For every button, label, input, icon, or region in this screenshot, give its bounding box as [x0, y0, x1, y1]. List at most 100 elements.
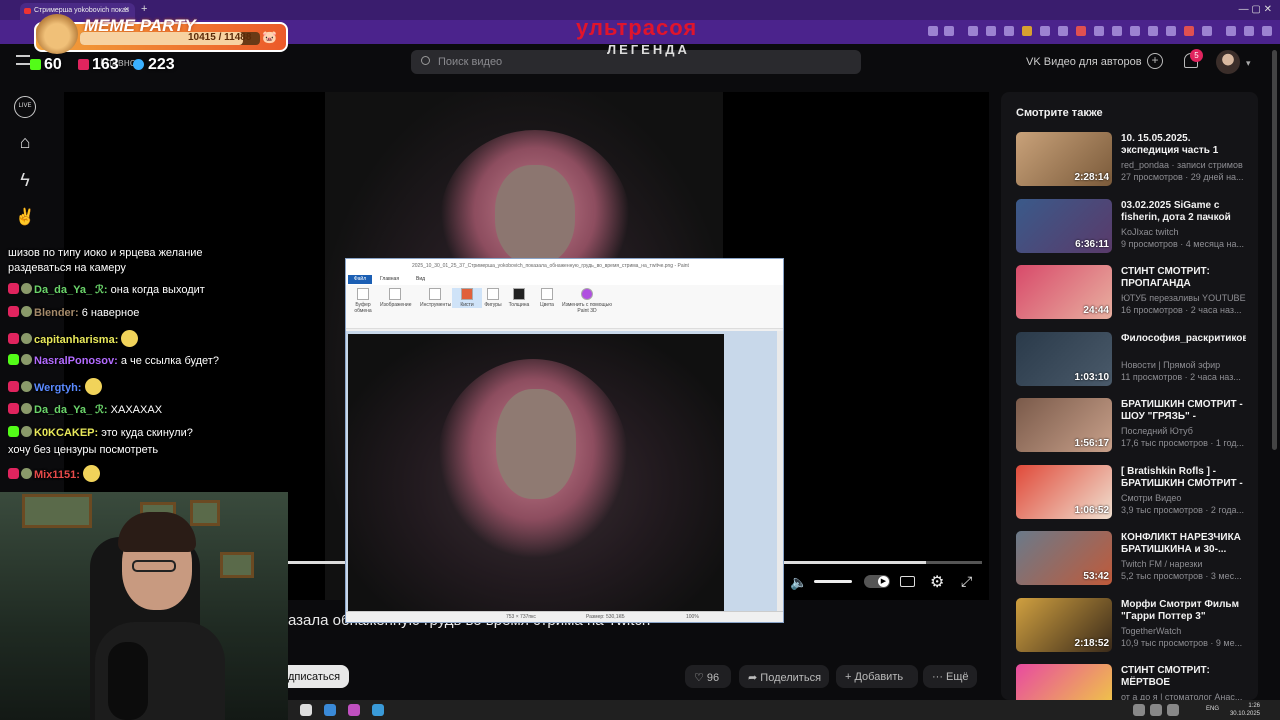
- recommendation-item[interactable]: 2:18:52 Морфи Смотрит Фильм "Гарри Поттер…: [1016, 597, 1246, 654]
- recommendation-channel[interactable]: KoJIxac twitch: [1121, 227, 1246, 237]
- subscribe-button[interactable]: дписаться: [288, 665, 349, 688]
- volume-icon[interactable]: 🔈: [790, 574, 807, 591]
- avatar[interactable]: [1216, 50, 1240, 74]
- page-scrollbar[interactable]: [1272, 50, 1277, 450]
- extension-icon[interactable]: [1130, 26, 1140, 36]
- extension-icon[interactable]: [1076, 26, 1086, 36]
- taskbar-app-icon[interactable]: [372, 704, 384, 716]
- recommendation-channel[interactable]: Последний Ютуб: [1121, 426, 1246, 436]
- video-thumbnail[interactable]: 53:42: [1016, 531, 1112, 585]
- chat-nickname[interactable]: Wergtyh:: [34, 382, 81, 394]
- recommendation-channel[interactable]: Новости | Прямой эфир: [1121, 360, 1246, 370]
- add-button[interactable]: + Добавить: [836, 665, 918, 688]
- recommendation-title[interactable]: СТИНТ СМОТРИТ: МЁРТВОЕ ПОЛУШАРИЕ...: [1121, 665, 1246, 690]
- video-thumbnail[interactable]: 6:36:11: [1016, 198, 1112, 253]
- recommendation-item[interactable]: 2:28:14 10. 15.05.2025. экспедиция часть …: [1016, 132, 1245, 188]
- extensions-puzzle-icon[interactable]: [1202, 26, 1212, 36]
- chat-nickname[interactable]: Da_da_Ya_ ℛ:: [34, 404, 108, 416]
- recommendation-channel[interactable]: Twitch FM / нарезки: [1121, 559, 1246, 569]
- recommendation-item[interactable]: 53:42 КОНФЛИКТ НАРЕЗЧИКА БРАТИШКИНА и 30-…: [1016, 531, 1245, 587]
- taskbar-app-icon[interactable]: [300, 704, 312, 716]
- tray-icon[interactable]: [1167, 704, 1179, 716]
- paint-tool[interactable]: Буфер обмена: [348, 288, 378, 314]
- bookmark-star-icon[interactable]: [944, 26, 954, 36]
- hamburger-menu-icon[interactable]: [16, 55, 30, 65]
- nav-home-icon[interactable]: ⌂: [14, 132, 36, 154]
- video-thumbnail[interactable]: 2:18:52: [1016, 597, 1112, 652]
- paint-tab-home[interactable]: Главная: [380, 276, 399, 282]
- chat-nickname[interactable]: Da_da_Ya_ ℛ:: [34, 284, 108, 296]
- menu-icon[interactable]: [1262, 26, 1272, 36]
- like-button[interactable]: ♡ 96: [685, 665, 731, 688]
- recommendation-item[interactable]: 1:06:52 [ Bratishkin Rofls ] - БРАТИШКИН …: [1016, 464, 1246, 521]
- paint-canvas-area[interactable]: [346, 331, 777, 611]
- recommendation-title[interactable]: Морфи Смотрит Фильм "Гарри Поттер 3": [1121, 599, 1246, 623]
- video-thumbnail[interactable]: 2:28:14: [1016, 132, 1112, 186]
- tab-close-icon[interactable]: ×: [124, 4, 129, 14]
- recommendation-item[interactable]: 6:36:11 03.02.2025 SiGame с fisherin, дот…: [1016, 198, 1246, 255]
- recommendation-channel[interactable]: ЮТУБ перезаливы YOUTUBE: [1121, 293, 1246, 303]
- tray-icon[interactable]: [1150, 704, 1162, 716]
- recommendation-title[interactable]: СТИНТ СМОТРИТ: ПРОПАГАНДА ЖЕНСКИХ...: [1121, 266, 1246, 291]
- extension-icon[interactable]: [1112, 26, 1122, 36]
- window-controls[interactable]: — ▢ ✕: [1239, 4, 1272, 15]
- extension-icon[interactable]: [1184, 26, 1194, 36]
- recommendation-title[interactable]: [ Bratishkin Rofls ] - БРАТИШКИН СМОТРИТ…: [1121, 466, 1246, 491]
- recommendation-item[interactable]: 1:03:10 Философия_раскритиковала_философи…: [1016, 331, 1246, 388]
- taskbar-app-icon[interactable]: [324, 704, 336, 716]
- chat-nickname[interactable]: K0KCAKEP:: [34, 427, 98, 439]
- language-indicator[interactable]: ENG: [1206, 706, 1219, 712]
- recommendation-item[interactable]: 24:44 СТИНТ СМОТРИТ: ПРОПАГАНДА ЖЕНСКИХ..…: [1016, 265, 1246, 321]
- new-tab-button[interactable]: +: [141, 3, 147, 15]
- zoom-icon[interactable]: [928, 26, 938, 36]
- extension-icon[interactable]: [1004, 26, 1014, 36]
- video-thumbnail[interactable]: 1:06:52: [1016, 464, 1112, 519]
- taskbar-app-icon[interactable]: [348, 704, 360, 716]
- video-thumbnail[interactable]: 1:56:17: [1016, 398, 1112, 452]
- autoplay-toggle[interactable]: ▶: [864, 575, 890, 588]
- paint-window[interactable]: 2025_10_30_01_25_37_Стримерша_yokobovich…: [345, 258, 784, 623]
- recommendation-title[interactable]: КОНФЛИКТ НАРЕЗЧИКА БРАТИШКИНА и 30-...: [1121, 532, 1246, 556]
- chat-nickname[interactable]: Mix1151:: [34, 469, 80, 481]
- recommendation-title[interactable]: 10. 15.05.2025. экспедиция часть 1: [1121, 133, 1246, 157]
- chevron-down-icon[interactable]: ▾: [1246, 58, 1251, 69]
- volume-slider[interactable]: [814, 580, 852, 583]
- paint-tool[interactable]: Изменить с помощью Paint 3D: [560, 288, 614, 314]
- extension-icon[interactable]: [1058, 26, 1068, 36]
- extension-icon[interactable]: [986, 26, 996, 36]
- extension-icon[interactable]: [1022, 26, 1032, 36]
- recommendation-title[interactable]: БРАТИШКИН СМОТРИТ - ШОУ "ГРЯЗЬ" - ГОСПОЖ…: [1121, 399, 1246, 424]
- recommendation-item[interactable]: 1:56:17 БРАТИШКИН СМОТРИТ - ШОУ "ГРЯЗЬ" -…: [1016, 398, 1245, 454]
- paint-tab-view[interactable]: Вид: [416, 276, 425, 282]
- recommendation-channel[interactable]: TogetherWatch: [1121, 626, 1246, 636]
- paint-tool[interactable]: Инструменты: [420, 288, 451, 308]
- subtitles-icon[interactable]: [900, 576, 915, 587]
- extension-icon[interactable]: [1094, 26, 1104, 36]
- share-button[interactable]: ➦ Поделиться: [739, 665, 829, 688]
- add-icon[interactable]: +: [1147, 53, 1163, 69]
- extension-icon[interactable]: [1166, 26, 1176, 36]
- paint-tab-file[interactable]: Файл: [348, 275, 372, 284]
- nav-shorts-icon[interactable]: ϟ: [14, 170, 36, 192]
- chat-nickname[interactable]: capitanharisma:: [34, 334, 118, 346]
- extension-icon[interactable]: [1148, 26, 1158, 36]
- more-button[interactable]: ··· Ещё: [923, 665, 977, 688]
- recommendation-channel[interactable]: Смотри Видео: [1121, 493, 1246, 503]
- paint-tool[interactable]: Изображение: [380, 288, 412, 308]
- recommendation-channel[interactable]: red_pondaa · записи стримов: [1121, 160, 1246, 170]
- chat-nickname[interactable]: NasralPonosov:: [34, 355, 118, 367]
- authors-link[interactable]: VK Видео для авторов: [1026, 56, 1142, 68]
- tray-icon[interactable]: [1133, 704, 1145, 716]
- downloads-icon[interactable]: [1244, 26, 1254, 36]
- profile-icon[interactable]: [1226, 26, 1236, 36]
- nav-live-icon[interactable]: LIVE: [14, 96, 36, 118]
- extension-icon[interactable]: [1040, 26, 1050, 36]
- video-thumbnail[interactable]: 24:44: [1016, 265, 1112, 319]
- video-thumbnail[interactable]: 1:03:10: [1016, 331, 1112, 386]
- chat-nickname[interactable]: Blender:: [34, 307, 79, 319]
- recommendation-title[interactable]: Философия_раскритиковала_философию_УберМ…: [1121, 333, 1246, 345]
- settings-gear-icon[interactable]: ⚙: [930, 572, 944, 592]
- system-clock[interactable]: 1:26 30.10.2025: [1230, 702, 1260, 718]
- paint-tool[interactable]: Толщина: [504, 288, 534, 308]
- extension-icon[interactable]: [968, 26, 978, 36]
